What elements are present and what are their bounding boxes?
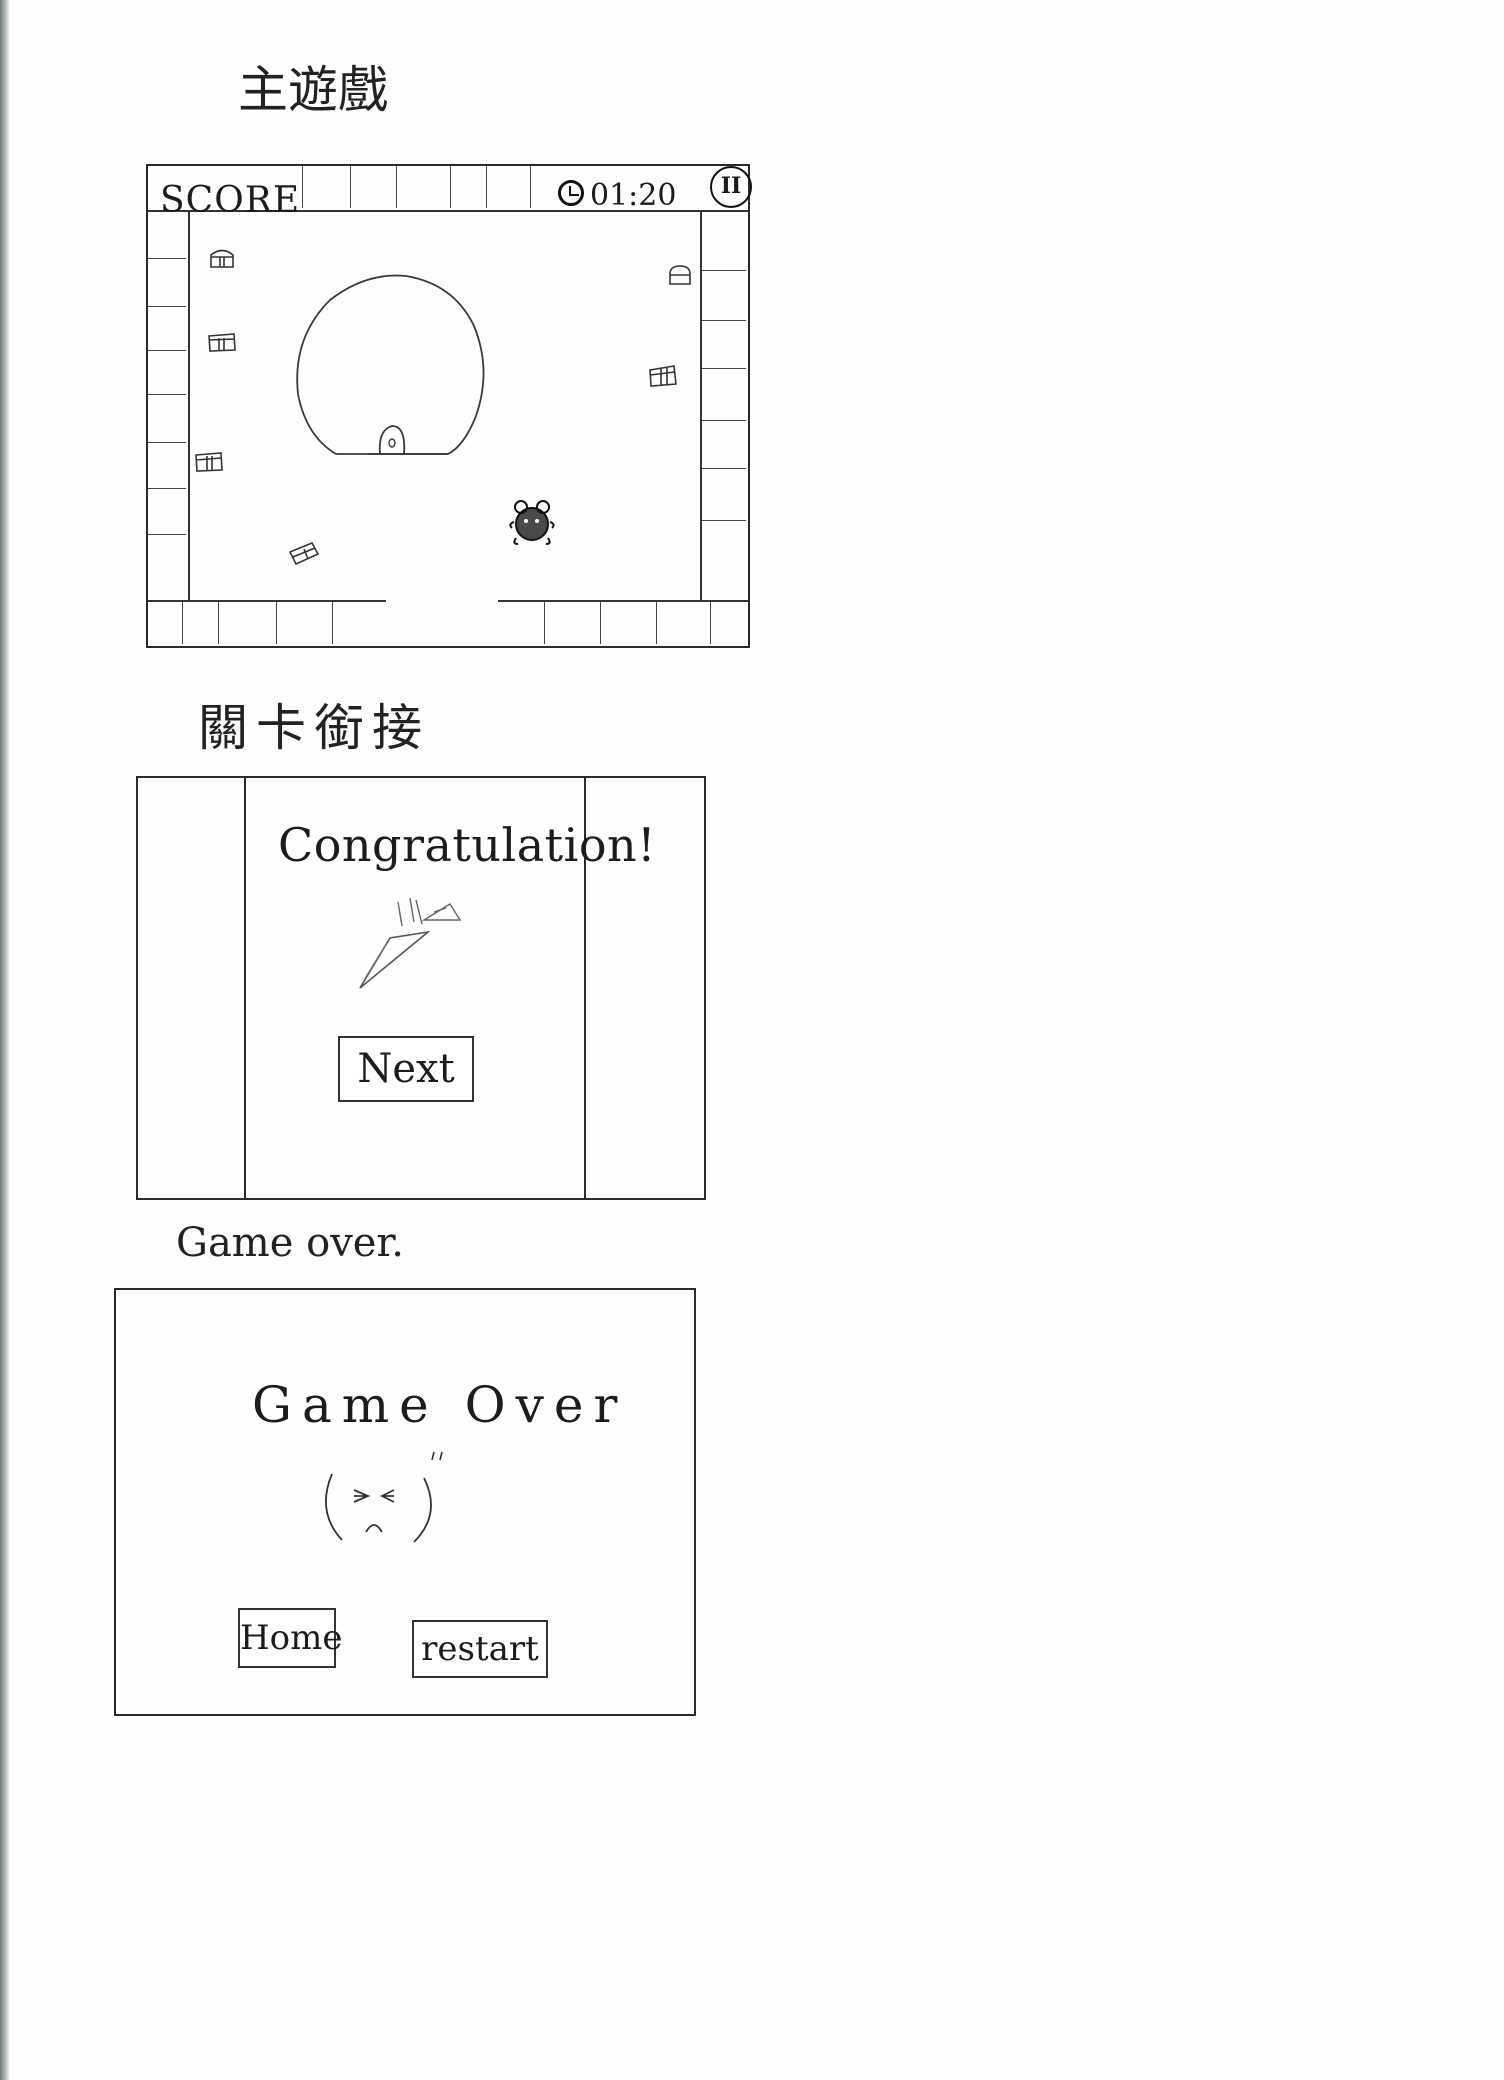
level-transition-screen: Congratulation! Next (136, 776, 706, 1200)
paper-edge (0, 0, 10, 2080)
wall-bottom-right (498, 600, 748, 646)
wall-left (148, 210, 190, 602)
party-popper-icon (359, 897, 462, 989)
treasure-chest-icon (669, 265, 691, 285)
congratulation-message: Congratulation! (278, 818, 657, 872)
game-over-screen: Game Over Home restart (114, 1288, 696, 1716)
restart-button[interactable]: restart (412, 1620, 548, 1678)
home-button[interactable]: Home (238, 1608, 342, 1668)
treasure-chest-icon (208, 333, 236, 352)
section-heading-level-transition: 關卡銜接 (198, 699, 430, 757)
left-panel-divider (244, 778, 246, 1198)
treasure-chest-icon (195, 452, 223, 472)
treasure-chest-icon (649, 365, 677, 387)
score-label: SCORE (160, 180, 301, 221)
next-button[interactable]: Next (338, 1036, 474, 1102)
player-character-icon (509, 500, 555, 545)
game-over-title: Game Over (252, 1376, 628, 1434)
section-heading-game-over: Game over. (176, 1220, 404, 1266)
section-heading-main-game: 主遊戲 (238, 61, 388, 119)
pause-button[interactable]: II (710, 166, 752, 208)
main-game-screen: SCORE 01:20 II (146, 164, 752, 648)
cave-blob (296, 274, 485, 455)
treasure-chest-icon (288, 541, 320, 566)
wall-right (700, 210, 748, 602)
timer-display: 01:20 (590, 178, 677, 213)
wall-bottom-left (148, 600, 386, 646)
clock-icon (558, 180, 584, 206)
treasure-chest-icon (210, 249, 234, 268)
sad-face-icon (325, 1451, 443, 1543)
